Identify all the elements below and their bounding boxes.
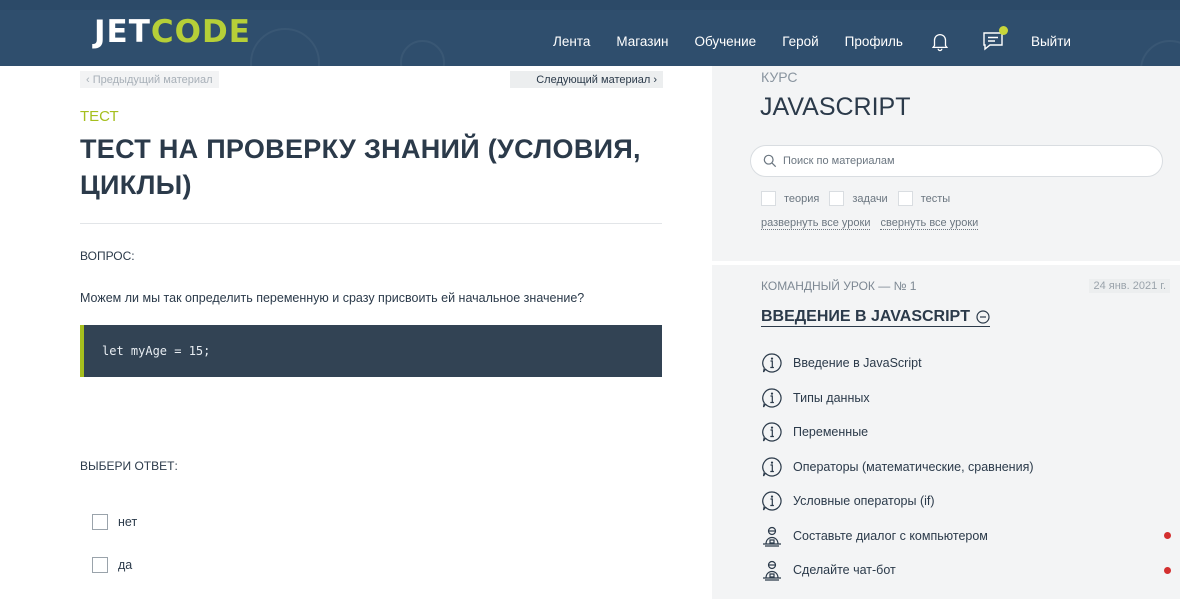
task-person-icon bbox=[763, 561, 781, 581]
filter-checkbox[interactable] bbox=[897, 191, 913, 206]
lesson-item-label: Условные операторы (if) bbox=[793, 494, 935, 509]
title-divider bbox=[80, 223, 662, 224]
lesson-item[interactable]: Составьте диалог с компьютером bbox=[761, 519, 1171, 554]
answer-label: нет bbox=[118, 515, 138, 529]
main-nav: Лента Магазин Обучение Герой Профиль Вый… bbox=[553, 13, 1071, 66]
notifications-bell-icon[interactable] bbox=[929, 30, 951, 52]
next-material-link[interactable]: Следующий материал › bbox=[510, 71, 663, 88]
lesson-kicker: КОМАНДНЫЙ УРОК — № 1 bbox=[761, 279, 917, 293]
unread-dot bbox=[1164, 532, 1171, 540]
lesson-title-toggle[interactable]: ВВЕДЕНИЕ В JAVASCRIPT bbox=[761, 308, 990, 327]
material-filters: теория задачи тесты bbox=[761, 191, 960, 206]
question-text: Можем ли мы так определить переменную и … bbox=[80, 291, 585, 305]
nav-learning[interactable]: Обучение bbox=[694, 34, 756, 49]
info-bubble-icon bbox=[762, 491, 782, 511]
lesson-item[interactable]: Переменные bbox=[761, 415, 1171, 450]
filter-label: тесты bbox=[920, 192, 951, 205]
lesson-title: ВВЕДЕНИЕ В JAVASCRIPT bbox=[761, 308, 970, 325]
lesson-item[interactable]: Сделайте чат-бот bbox=[761, 553, 1171, 588]
answer-checkbox[interactable] bbox=[92, 514, 108, 530]
info-bubble-icon bbox=[762, 388, 782, 408]
lesson-date: 24 янв. 2021 г. bbox=[1089, 279, 1170, 293]
previous-material-link[interactable]: ‹ Предыдущий материал bbox=[80, 71, 219, 88]
filter-tasks[interactable]: задачи bbox=[829, 191, 888, 206]
search-icon bbox=[763, 154, 777, 168]
task-person-icon bbox=[763, 526, 781, 547]
expand-collapse-links: развернуть все уроки свернуть все уроки bbox=[761, 217, 988, 230]
lesson-item[interactable]: Операторы (математические, сравнения) bbox=[761, 450, 1171, 485]
messages-icon[interactable] bbox=[981, 26, 1008, 52]
page-title: ТЕСТ НА ПРОВЕРКУ ЗНАНИЙ (УСЛОВИЯ, ЦИКЛЫ) bbox=[80, 134, 641, 200]
lesson-item-label: Типы данных bbox=[793, 390, 870, 405]
answer-label: да bbox=[118, 558, 133, 572]
new-message-dot bbox=[998, 26, 1008, 35]
filter-checkbox[interactable] bbox=[761, 191, 776, 206]
lesson-item-label: Сделайте чат-бот bbox=[793, 563, 896, 578]
sidebar-separator bbox=[712, 261, 1180, 265]
lesson-item[interactable]: Типы данных bbox=[761, 381, 1171, 416]
nav-hero[interactable]: Герой bbox=[782, 34, 818, 49]
unread-dot bbox=[1164, 566, 1171, 574]
nav-profile[interactable]: Профиль bbox=[845, 34, 903, 49]
filter-theory[interactable]: теория bbox=[761, 191, 819, 206]
material-type-label: ТЕСТ bbox=[80, 108, 119, 125]
lesson-item-label: Операторы (математические, сравнения) bbox=[793, 459, 1034, 474]
answer-checkbox[interactable] bbox=[92, 557, 108, 573]
lesson-item[interactable]: Условные операторы (if) bbox=[761, 484, 1171, 519]
info-bubble-icon bbox=[762, 353, 782, 373]
nav-feed[interactable]: Лента bbox=[553, 34, 590, 49]
top-header: JETCODE Лента Магазин Обучение Герой Про… bbox=[0, 0, 1180, 66]
collapse-circle-icon bbox=[976, 310, 990, 324]
site-logo[interactable]: JETCODE bbox=[94, 12, 251, 52]
filter-tests[interactable]: тесты bbox=[897, 191, 951, 206]
code-block: let myAge = 15; bbox=[80, 325, 662, 377]
course-title: JAVASCRIPT bbox=[760, 93, 911, 121]
expand-all-link[interactable]: развернуть все уроки bbox=[761, 217, 871, 230]
logo-text-jet: JET bbox=[94, 14, 151, 50]
filter-checkbox[interactable] bbox=[829, 191, 845, 206]
course-kicker: КУРС bbox=[761, 69, 798, 85]
code-line: let myAge = 15; bbox=[102, 344, 211, 358]
search-input[interactable] bbox=[783, 155, 1143, 167]
filter-label: теория bbox=[784, 192, 820, 205]
course-sidebar: КУРС JAVASCRIPT теория задачи тесты разв… bbox=[712, 66, 1180, 599]
answer-heading: ВЫБЕРИ ОТВЕТ: bbox=[80, 459, 178, 473]
question-heading: ВОПРОС: bbox=[80, 249, 135, 263]
answer-option-no[interactable]: нет bbox=[92, 514, 137, 530]
info-bubble-icon bbox=[762, 422, 782, 442]
lesson-item-label: Введение в JavaScript bbox=[793, 356, 922, 371]
info-bubble-icon bbox=[762, 457, 782, 477]
lesson-item-label: Переменные bbox=[793, 425, 869, 440]
lesson-item-label: Составьте диалог с компьютером bbox=[793, 528, 988, 543]
lesson-list: Введение в JavaScript Типы данных Переме… bbox=[761, 346, 1171, 588]
logo-text-code: CODE bbox=[150, 14, 251, 50]
filter-label: задачи bbox=[852, 192, 888, 205]
search-box[interactable] bbox=[750, 145, 1163, 177]
logout-link[interactable]: Выйти bbox=[1031, 34, 1071, 49]
collapse-all-link[interactable]: свернуть все уроки bbox=[880, 217, 979, 230]
nav-shop[interactable]: Магазин bbox=[616, 34, 668, 49]
answer-option-yes[interactable]: да bbox=[92, 557, 132, 573]
lesson-item[interactable]: Введение в JavaScript bbox=[761, 346, 1171, 381]
